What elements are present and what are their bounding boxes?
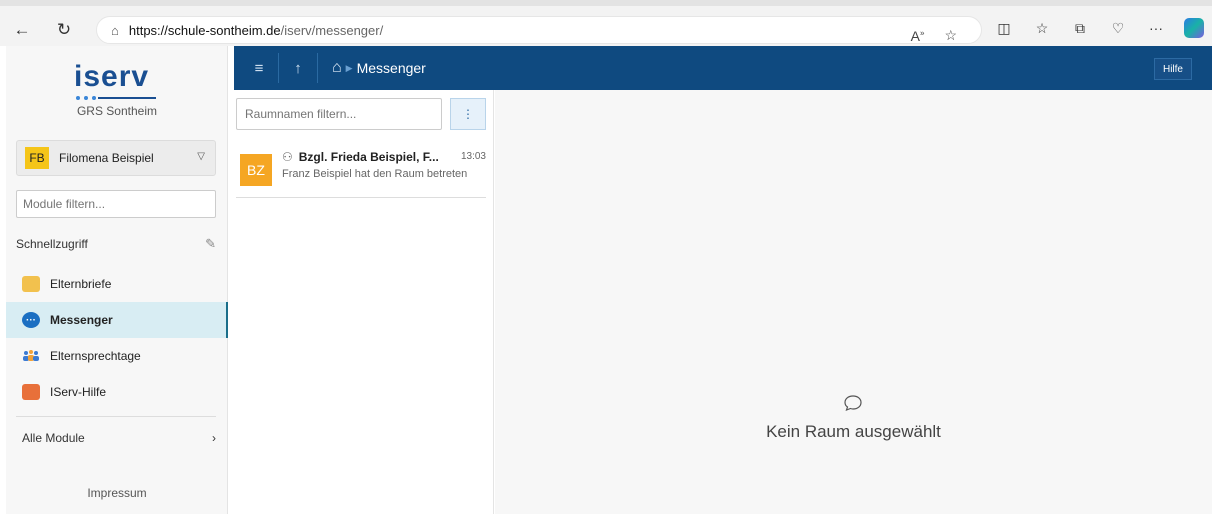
room-options-button[interactable]: ⋮ bbox=[450, 98, 486, 130]
iserv-logo[interactable]: iserv bbox=[74, 60, 164, 100]
chevron-right-icon: › bbox=[212, 431, 216, 445]
browser-toolbar: ← ↻ ⌂ https://schule-sontheim.de/iserv/m… bbox=[0, 0, 1212, 46]
back-arrow-icon[interactable]: ← bbox=[10, 18, 34, 42]
all-modules-label: Alle Module bbox=[22, 431, 85, 445]
room-last-message: Franz Beispiel hat den Raum betreten bbox=[282, 168, 468, 180]
module-filter-input[interactable] bbox=[16, 190, 216, 218]
address-bar[interactable]: ⌂ https://schule-sontheim.de/iserv/messe… bbox=[96, 16, 982, 44]
site-info-icon[interactable]: ⌂ bbox=[111, 23, 119, 38]
url-path: /iserv/messenger/ bbox=[280, 22, 384, 38]
home-icon[interactable]: ⌂ bbox=[332, 59, 342, 77]
sidebar-item-iserv-hilfe[interactable]: IServ-Hilfe bbox=[6, 374, 228, 410]
room-title-text: Bzgl. Frieda Beispiel, F... bbox=[298, 150, 439, 164]
school-name: GRS Sontheim bbox=[76, 104, 158, 118]
page: iserv GRS Sontheim FB Filomena Beispiel … bbox=[0, 46, 1212, 514]
logo-underline bbox=[98, 97, 156, 99]
separator bbox=[317, 53, 318, 83]
app-header: ≡ ↑ ⌂ ▶ Messenger Hilfe bbox=[234, 46, 1212, 90]
collections-icon[interactable]: ⧉ bbox=[1070, 18, 1090, 38]
user-menu[interactable]: FB Filomena Beispiel ▽ bbox=[16, 140, 216, 176]
quick-access-header: Schnellzugriff ✎ bbox=[16, 236, 216, 252]
browser-essentials-icon[interactable]: ♡ bbox=[1108, 18, 1128, 38]
sidebar-item-label: IServ-Hilfe bbox=[50, 385, 107, 399]
favorite-star-icon[interactable]: ☆ bbox=[944, 27, 957, 44]
up-arrow-icon[interactable]: ↑ bbox=[283, 53, 313, 83]
sidebar-item-elternsprechtage[interactable]: Elternsprechtage bbox=[6, 338, 228, 374]
sidebar-item-label: Elternbriefe bbox=[50, 277, 112, 291]
speech-bubble-icon bbox=[843, 394, 863, 417]
help-book-icon bbox=[22, 384, 40, 400]
split-screen-icon[interactable]: ◫ bbox=[994, 18, 1014, 38]
room-time: 13:03 bbox=[460, 151, 486, 162]
url-host: https://schule-sontheim.de bbox=[128, 22, 281, 38]
sidebar-item-elternbriefe[interactable]: Elternbriefe bbox=[6, 266, 228, 302]
reload-icon[interactable]: ↻ bbox=[52, 18, 76, 42]
caret-down-icon: ▽ bbox=[197, 151, 205, 162]
edit-pencil-icon[interactable]: ✎ bbox=[205, 236, 216, 252]
group-icon: ⚇ bbox=[282, 150, 293, 164]
all-modules-link[interactable]: Alle Module › bbox=[22, 431, 216, 445]
help-button[interactable]: Hilfe bbox=[1153, 58, 1192, 80]
impressum-link[interactable]: Impressum bbox=[6, 486, 228, 500]
conversation-area: Kein Raum ausgewählt bbox=[495, 90, 1212, 514]
room-avatar: BZ bbox=[240, 154, 272, 186]
read-aloud-icon[interactable]: A» bbox=[911, 28, 925, 44]
sidebar-item-messenger[interactable]: ··· Messenger bbox=[6, 302, 228, 338]
sidebar: iserv GRS Sontheim FB Filomena Beispiel … bbox=[6, 46, 228, 514]
divider bbox=[16, 416, 216, 417]
room-list-panel: ⋮ BZ ⚇ Bzgl. Frieda Beispiel, F... 13:03 … bbox=[234, 90, 494, 514]
quick-access-list: Elternbriefe ··· Messenger Elternsprecht… bbox=[6, 266, 228, 410]
logo-text: iserv bbox=[74, 60, 150, 93]
room-filter-input[interactable] bbox=[236, 98, 442, 130]
room-title: ⚇ Bzgl. Frieda Beispiel, F... bbox=[282, 150, 439, 164]
breadcrumb-arrow-icon: ▶ bbox=[345, 62, 353, 73]
page-title[interactable]: Messenger bbox=[357, 60, 426, 76]
logo-dots bbox=[76, 96, 96, 100]
people-icon bbox=[22, 348, 40, 364]
more-menu-icon[interactable]: ··· bbox=[1146, 18, 1166, 38]
favorites-list-icon[interactable]: ☆ bbox=[1032, 18, 1052, 38]
user-name: Filomena Beispiel bbox=[59, 151, 154, 165]
empty-state-text: Kein Raum ausgewählt bbox=[766, 422, 941, 441]
separator bbox=[278, 53, 279, 83]
copilot-icon[interactable] bbox=[1184, 18, 1204, 38]
sidebar-item-label: Elternsprechtage bbox=[50, 349, 141, 363]
user-avatar: FB bbox=[25, 147, 49, 169]
hamburger-menu-icon[interactable]: ≡ bbox=[244, 53, 274, 83]
room-list-item[interactable]: BZ ⚇ Bzgl. Frieda Beispiel, F... 13:03 Fr… bbox=[236, 144, 486, 198]
sidebar-item-label: Messenger bbox=[50, 313, 113, 327]
kebab-menu-icon: ⋮ bbox=[462, 107, 474, 121]
quick-access-label: Schnellzugriff bbox=[16, 237, 88, 251]
letter-icon bbox=[22, 276, 40, 292]
chat-bubble-icon: ··· bbox=[22, 312, 40, 328]
